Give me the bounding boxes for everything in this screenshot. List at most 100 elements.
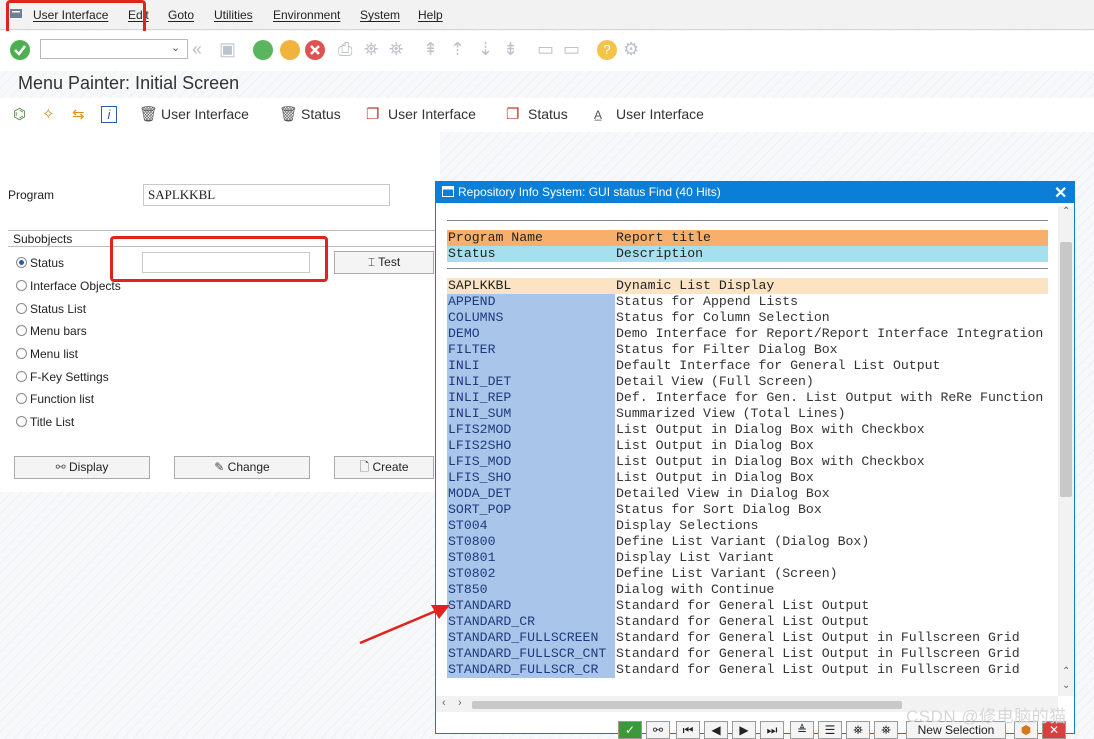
menu-environment[interactable]: Environment: [273, 8, 340, 22]
radio-interface-objects[interactable]: [16, 280, 27, 291]
table-row[interactable]: INLI_SUM Summarized View (Total Lines): [447, 406, 1048, 422]
confirm-button[interactable]: ✓: [618, 721, 642, 739]
find-next-icon[interactable]: ⛯: [874, 721, 898, 739]
first-page-icon[interactable]: ⏮: [676, 721, 700, 739]
delete-status-button[interactable]: Status: [301, 106, 341, 122]
radio-label: Status List: [30, 302, 87, 316]
menu-utilities[interactable]: Utilities: [214, 8, 253, 22]
find-icon[interactable]: ⛯: [846, 721, 870, 739]
back-icon[interactable]: «: [192, 39, 202, 59]
horizontal-scroll-thumb[interactable]: [472, 701, 902, 709]
radio-title-list[interactable]: [16, 416, 27, 427]
table-row[interactable]: ST0802 Define List Variant (Screen): [447, 566, 1048, 582]
scrollbar-thumb[interactable]: [1060, 242, 1072, 497]
rename-icon[interactable]: A̲: [594, 106, 602, 124]
radio-function-list[interactable]: [16, 393, 27, 404]
cancel-icon[interactable]: [305, 40, 325, 60]
table-row[interactable]: SORT_POP Status for Sort Dialog Box: [447, 502, 1048, 518]
copy-icon[interactable]: ❐: [366, 106, 379, 124]
save-icon[interactable]: ▣: [219, 39, 236, 59]
radio-menu-list[interactable]: [16, 348, 27, 359]
radio-fkey-settings[interactable]: [16, 371, 27, 382]
command-field[interactable]: ⌄: [40, 39, 188, 59]
delete-icon[interactable]: 🗑: [139, 106, 158, 124]
table-row[interactable]: INLI_REP Def. Interface for Gen. List Out…: [447, 390, 1048, 406]
change-button[interactable]: ✎ Change: [174, 456, 310, 479]
header-cell: Report title: [616, 230, 711, 245]
last-page-icon[interactable]: ⇟: [503, 39, 518, 59]
info-icon[interactable]: i: [101, 106, 117, 123]
table-row[interactable]: LFIS_SHO List Output in Dialog Box: [447, 470, 1048, 486]
table-row[interactable]: STANDARD_FULLSCREEN Standard for General …: [447, 630, 1048, 646]
scroll-right-icon[interactable]: ›: [458, 697, 462, 709]
hierarchy-icon[interactable]: ⌬: [13, 106, 26, 124]
settings-icon[interactable]: ⚙: [623, 39, 639, 59]
table-row[interactable]: LFIS2SHO List Output in Dialog Box: [447, 438, 1048, 454]
sort-desc-icon[interactable]: ☰: [818, 721, 842, 739]
test-button[interactable]: ⌶ Test: [334, 251, 434, 274]
menu-goto[interactable]: Goto: [168, 8, 194, 22]
next-page-icon[interactable]: ▶: [732, 721, 756, 739]
next-page-icon[interactable]: ⇣: [478, 39, 493, 59]
print-icon[interactable]: ⎙: [338, 39, 352, 59]
scroll-down-icon[interactable]: ⌄: [1062, 680, 1070, 691]
last-page-icon[interactable]: ⏭: [760, 721, 784, 739]
prev-page-icon[interactable]: ⇡: [450, 39, 465, 59]
delete-icon[interactable]: 🗑: [279, 106, 298, 124]
table-row[interactable]: STANDARD_FULLSCR_CR Standard for General …: [447, 662, 1048, 678]
scroll-left-icon[interactable]: ‹: [442, 697, 446, 709]
table-row[interactable]: ST004 Display Selections: [447, 518, 1048, 534]
program-field[interactable]: SAPLKKBL: [143, 184, 390, 206]
table-row[interactable]: STANDARD_CR Standard for General List Out…: [447, 614, 1048, 630]
find-next-icon[interactable]: ⛯: [389, 39, 403, 59]
list-mid-rule: [447, 268, 1048, 269]
description-cell: Status for Filter Dialog Box: [616, 342, 838, 357]
first-page-icon[interactable]: ⇞: [423, 39, 438, 59]
radio-label: Menu list: [30, 347, 79, 361]
menu-system[interactable]: System: [360, 8, 400, 22]
shortcut-icon[interactable]: ▭: [563, 39, 580, 59]
table-row[interactable]: INLI Default Interface for General List O…: [447, 358, 1048, 374]
table-row[interactable]: LFIS_MOD List Output in Dialog Box with C…: [447, 454, 1048, 470]
table-row[interactable]: LFIS2MOD List Output in Dialog Box with C…: [447, 422, 1048, 438]
program-row[interactable]: SAPLKKBL Dynamic List Display: [447, 278, 1048, 294]
new-session-icon[interactable]: ▭: [537, 39, 554, 59]
table-row[interactable]: ST0800 Define List Variant (Dialog Box): [447, 534, 1048, 550]
back-green-icon[interactable]: [253, 40, 273, 60]
table-row[interactable]: FILTER Status for Filter Dialog Box: [447, 342, 1048, 358]
copy-status-button[interactable]: Status: [528, 106, 568, 122]
delete-user-interface-button[interactable]: User Interface: [161, 106, 249, 122]
display-icon[interactable]: ⚯: [646, 721, 670, 739]
find-icon[interactable]: ⛯: [364, 39, 378, 59]
table-row[interactable]: COLUMNS Status for Column Selection: [447, 310, 1048, 326]
table-row[interactable]: MODA_DET Detailed View in Dialog Box: [447, 486, 1048, 502]
copy-user-interface-button[interactable]: User Interface: [388, 106, 476, 122]
scroll-up-icon[interactable]: ⌃: [1062, 206, 1070, 217]
close-icon[interactable]: ✕: [1054, 183, 1067, 203]
table-row[interactable]: ST850 Dialog with Continue: [447, 582, 1048, 598]
sort-asc-icon[interactable]: ≜: [790, 721, 814, 739]
exit-icon[interactable]: [280, 40, 300, 60]
copy-icon[interactable]: ❐: [506, 106, 519, 124]
table-row[interactable]: STANDARD Standard for General List Output: [447, 598, 1048, 614]
scroll-up-icon[interactable]: ⌃: [1062, 666, 1070, 677]
help-icon[interactable]: ?: [597, 40, 617, 60]
radio-status[interactable]: [16, 257, 27, 268]
rename-user-interface-button[interactable]: User Interface: [616, 106, 704, 122]
radio-status-list[interactable]: [16, 303, 27, 314]
table-row[interactable]: APPEND Status for Append Lists: [447, 294, 1048, 310]
display-button[interactable]: ⚯ Display: [14, 456, 150, 479]
table-row[interactable]: STANDARD_FULLSCR_CNT Standard for General…: [447, 646, 1048, 662]
where-used-icon[interactable]: ⇆: [72, 106, 85, 124]
table-row[interactable]: INLI_DET Detail View (Full Screen): [447, 374, 1048, 390]
menu-help[interactable]: Help: [418, 8, 443, 22]
table-row[interactable]: ST0801 Display List Variant: [447, 550, 1048, 566]
description-cell: Define List Variant (Dialog Box): [616, 534, 870, 549]
chevron-down-icon[interactable]: ⌄: [171, 41, 180, 54]
enter-icon[interactable]: [10, 40, 30, 60]
magic-wand-icon[interactable]: ✧: [42, 106, 55, 124]
table-row[interactable]: DEMO Demo Interface for Report/Report Int…: [447, 326, 1048, 342]
prev-page-icon[interactable]: ◀: [704, 721, 728, 739]
radio-menu-bars[interactable]: [16, 325, 27, 336]
create-button[interactable]: 🗋 Create: [334, 456, 434, 479]
